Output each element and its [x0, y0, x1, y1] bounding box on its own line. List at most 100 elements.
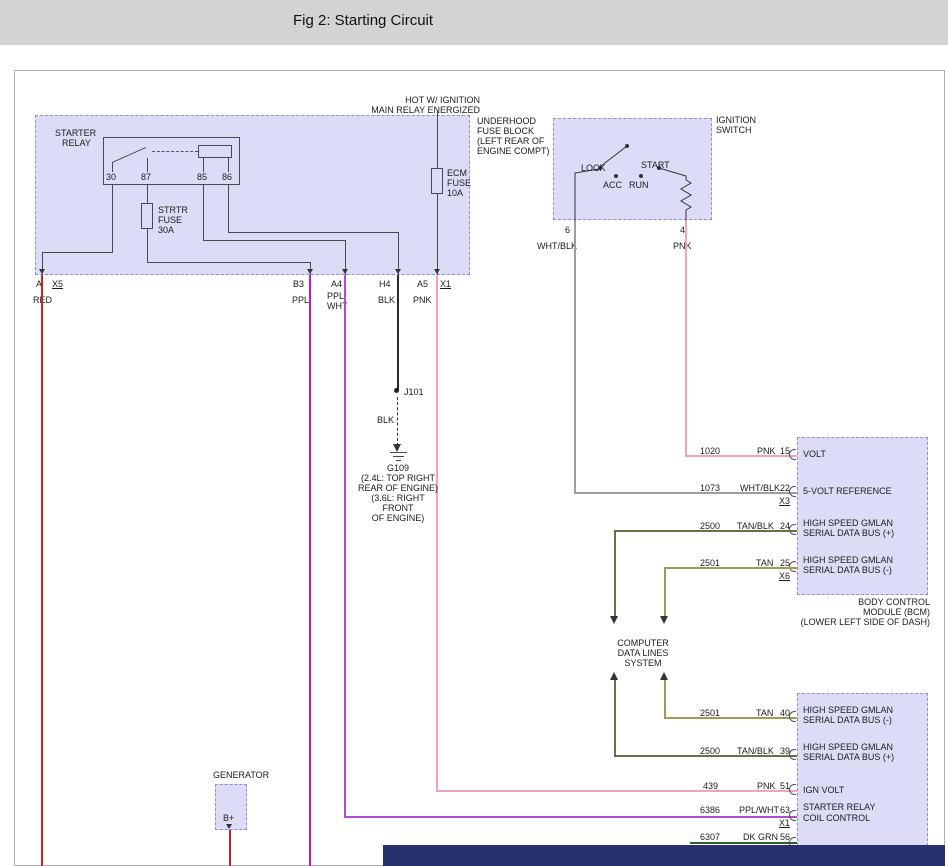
wire-red: [41, 275, 43, 866]
pin-connector-arc: [789, 749, 796, 760]
pin-function: HIGH SPEED GMLAN: [803, 705, 893, 715]
switch-position: ACC: [603, 180, 622, 190]
circuit-number: 2501: [700, 708, 720, 718]
wire-blk: [397, 275, 399, 391]
switch-position: START: [641, 160, 670, 170]
figure-title: Fig 2: Starting Circuit: [293, 12, 433, 29]
wire-ppl-wht: [344, 275, 346, 818]
wire-ppl: [309, 275, 311, 866]
ground-symbol: [390, 452, 407, 453]
terminal-id: B3: [293, 279, 304, 289]
fuse-block-internal-wire: [147, 229, 148, 262]
terminal-marker: [39, 269, 45, 274]
wire-color-label: TAN/BLK: [737, 521, 774, 531]
terminal-id: 6: [565, 225, 570, 235]
pin-connector-arc: [789, 711, 796, 722]
fuse-block-internal-wire: [147, 185, 148, 203]
ground-arrow: [393, 444, 401, 452]
ground-id: G109: [338, 463, 458, 473]
wire-pnk: [685, 220, 687, 455]
wire-color-label: TAN: [756, 558, 773, 568]
terminal-marker: [226, 824, 232, 829]
fuse-block-name: FUSE BLOCK: [477, 126, 534, 136]
fuse-block-internal-wire: [203, 185, 204, 240]
fuse-block-name: UNDERHOOD: [477, 116, 536, 126]
ecm-fuse-label: ECM: [447, 168, 467, 178]
data-lines-label: COMPUTER: [593, 638, 693, 648]
circuit-number: 439: [703, 781, 718, 791]
relay-pin: 86: [222, 172, 232, 182]
figure-title-bar: Fig 2: Starting Circuit: [0, 0, 948, 45]
fuse-block-internal-wire: [147, 262, 311, 263]
pin-number: 63: [780, 805, 790, 815]
wire-color-label: WHT/BLK: [537, 241, 577, 251]
generator-terminal: B+: [223, 813, 234, 823]
wire-dk-grn: [690, 842, 797, 844]
circuit-number: 2500: [700, 746, 720, 756]
wire-color-label: WHT/BLK: [740, 483, 780, 493]
ground-location: (2.4L: TOP RIGHT: [338, 473, 458, 483]
ground-symbol: [396, 460, 401, 461]
feed-label: HOT W/ IGNITION: [330, 95, 480, 105]
pin-function: SERIAL DATA BUS (-): [803, 565, 892, 575]
connector-id: X1: [440, 279, 451, 289]
strtr-fuse-label: 30A: [158, 225, 174, 235]
pin-function: VOLT: [803, 449, 826, 459]
wire-color-label: TAN: [756, 708, 773, 718]
bus-arrow-up: [610, 672, 618, 680]
wire-wht-blk: [574, 220, 576, 492]
pin-function: SERIAL DATA BUS (-): [803, 715, 892, 725]
pin-function: SERIAL DATA BUS (+): [803, 752, 894, 762]
pin-number: 51: [780, 781, 790, 791]
pin-function: 5-VOLT REFERENCE: [803, 486, 892, 496]
fuse-block-name: (LEFT REAR OF: [477, 136, 544, 146]
wire-tan: [664, 717, 797, 719]
connector-id: X5: [52, 279, 63, 289]
fuse-block-internal-wire: [203, 240, 346, 241]
pin-connector-arc: [789, 486, 796, 497]
fuse-block-name: ENGINE COMPT): [477, 146, 550, 156]
circuit-number: 6386: [700, 805, 720, 815]
wire-color-label: PPL: [292, 295, 309, 305]
switch-position: LOCK: [581, 163, 606, 173]
terminal-id: H4: [379, 279, 391, 289]
relay-pin: 30: [106, 172, 116, 182]
ground-symbol: [393, 456, 404, 457]
wire-pnk: [436, 790, 797, 792]
relay-contact-line: [147, 158, 148, 172]
ignition-switch-name: IGNITION: [716, 115, 756, 125]
connector-id: X6: [779, 571, 790, 581]
terminal-id: A5: [417, 279, 428, 289]
terminal-marker: [307, 269, 313, 274]
ground-location: REAR OF ENGINE): [338, 483, 458, 493]
terminal-marker: [434, 269, 440, 274]
ground-location: FRONT: [338, 503, 458, 513]
switch-position: RUN: [629, 180, 649, 190]
pin-number: 15: [780, 446, 790, 456]
bcm-name: MODULE (BCM): [760, 607, 930, 617]
data-lines-label: SYSTEM: [593, 658, 693, 668]
pin-function: COIL CONTROL: [803, 813, 870, 823]
wire-color-label: BLK: [377, 415, 394, 425]
feed-label: MAIN RELAY ENERGIZED: [330, 105, 480, 115]
bus-arrow-down: [660, 616, 668, 624]
circuit-number: 2500: [700, 521, 720, 531]
wire-color-label: PNK: [413, 295, 432, 305]
relay-contact-line: [203, 158, 204, 172]
pin-number: 40: [780, 708, 790, 718]
relay-name: STARTER: [55, 128, 96, 138]
fuse-block-internal-wire: [42, 252, 113, 253]
wire-color-label: PNK: [757, 781, 776, 791]
fuse-block-internal-wire: [437, 194, 438, 275]
circuit-number: 1020: [700, 446, 720, 456]
fuse-block-internal-wire: [112, 185, 113, 252]
splice-id: J101: [404, 387, 424, 397]
connector-id: X1: [779, 818, 790, 828]
wire-red: [229, 830, 231, 866]
bus-arrow-up: [660, 672, 668, 680]
wire-color-label: PNK: [757, 446, 776, 456]
wire-tan: [664, 567, 666, 618]
pin-number: 22: [780, 483, 790, 493]
relay-pin: 85: [197, 172, 207, 182]
pin-number: 56: [780, 832, 790, 842]
